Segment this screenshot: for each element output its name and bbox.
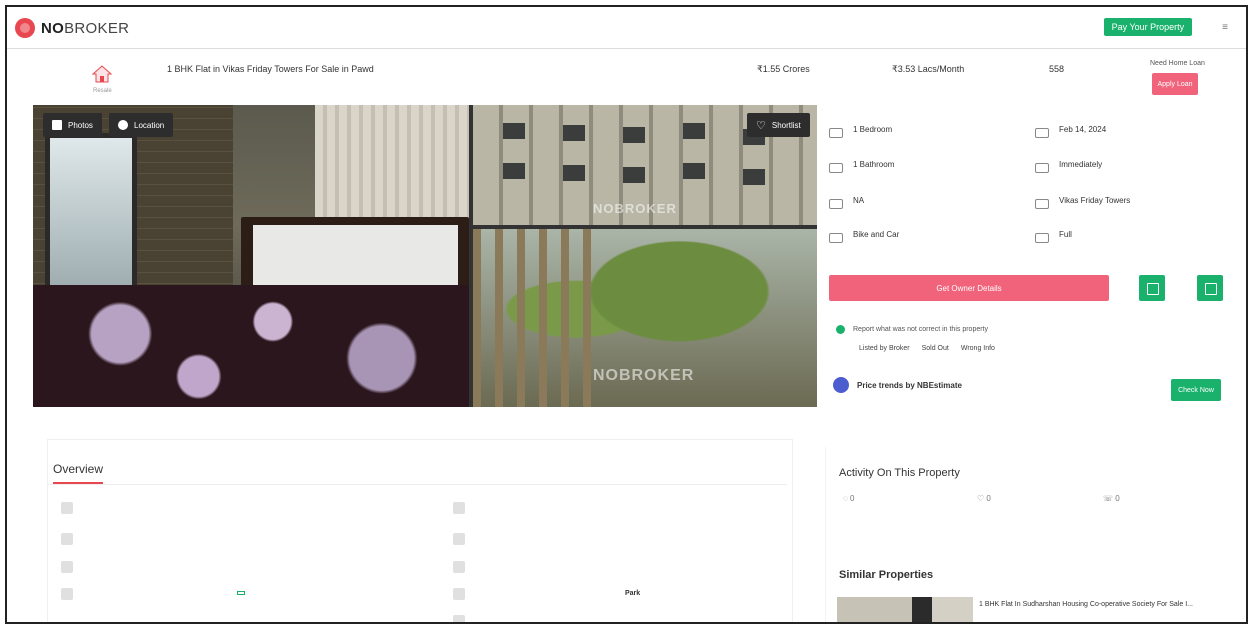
- calendar-icon: [1035, 128, 1049, 138]
- menu-icon[interactable]: ≡: [1222, 22, 1228, 33]
- similar-property-image[interactable]: [837, 597, 973, 622]
- logo-text-no: NO: [41, 19, 65, 37]
- pay-property-button[interactable]: Pay Your Property: [1103, 18, 1193, 36]
- activity-shortlists: ♡ 0: [977, 494, 991, 503]
- camera-icon: [52, 120, 62, 130]
- overview-badge[interactable]: [237, 591, 245, 595]
- parking-icon: [453, 615, 465, 622]
- photo-gallery[interactable]: NOBROKER NOBROKER Photos Location ♡ Shor…: [33, 105, 817, 407]
- house-icon: [91, 65, 113, 83]
- key-icon: [1035, 163, 1049, 173]
- building-icon: [1035, 199, 1049, 209]
- trend-label: Price trends by NBEstimate: [857, 380, 962, 390]
- contact-icon: ☏: [1103, 494, 1116, 503]
- overview-value-r4: Park: [625, 590, 641, 597]
- heart-outline-icon: ♡: [977, 494, 987, 503]
- chat-icon[interactable]: [1139, 275, 1165, 301]
- grid-icon: [453, 533, 465, 545]
- overview-row-icon: [453, 502, 465, 514]
- spec-bedroom: 1 Bedroom: [829, 123, 1019, 153]
- area-block: 558: [1049, 64, 1064, 79]
- logo-icon: [15, 18, 35, 38]
- nobroker-logo[interactable]: NOBROKER: [15, 18, 129, 38]
- location-label: Location: [134, 120, 165, 130]
- bathtub-icon: [829, 163, 843, 173]
- location-pin-icon: [118, 120, 128, 130]
- emi-block: ₹3.53 Lacs/Month: [892, 64, 964, 80]
- browser-frame: NOBROKER Pay Your Property ≡ Resale 1 BH…: [5, 5, 1248, 624]
- overview-row-icon: [61, 533, 73, 545]
- car-icon: [829, 233, 843, 243]
- activity-contacts: ☏ 0: [1103, 494, 1120, 503]
- eye-icon: ◌: [843, 494, 850, 503]
- overview-row-icon: [61, 561, 73, 573]
- photos-label: Photos: [68, 120, 93, 130]
- report-flag-icon: [836, 325, 845, 334]
- property-type-label: Resale: [93, 88, 112, 94]
- get-owner-details-button[interactable]: Get Owner Details: [829, 275, 1109, 301]
- overview-card: [47, 439, 793, 622]
- similar-properties-title: Similar Properties: [839, 569, 934, 581]
- spec-bathroom: 1 Bathroom: [829, 158, 1019, 188]
- overview-row-icon: [61, 502, 73, 514]
- balcony-icon: [829, 199, 843, 209]
- spec-furnishing: Full: [1035, 228, 1225, 258]
- spec-balcony: NA: [829, 194, 1019, 224]
- report-link-broker[interactable]: Listed by Broker: [859, 345, 910, 352]
- phone-icon[interactable]: [1197, 275, 1223, 301]
- trend-chart-icon: [833, 377, 849, 393]
- price-value: ₹1.55 Crores: [757, 64, 810, 74]
- activity-title: Activity On This Property: [839, 467, 960, 479]
- overview-row-icon: [61, 588, 73, 600]
- similar-property-title[interactable]: 1 BHK Flat In Sudharshan Housing Co-oper…: [979, 601, 1193, 608]
- spec-posted-date: Feb 14, 2024: [1035, 123, 1225, 153]
- top-nav-links: Pay Your Property ≡: [1094, 18, 1238, 36]
- sofa-icon: [1035, 233, 1049, 243]
- apply-loan-button[interactable]: Apply Loan: [1152, 73, 1198, 95]
- top-navbar: NOBROKER Pay Your Property ≡: [7, 7, 1246, 49]
- property-specs: 1 Bedroom Feb 14, 2024 1 Bathroom Immedi…: [825, 115, 1225, 265]
- property-title: 1 BHK Flat in Vikas Friday Towers For Sa…: [167, 64, 374, 74]
- spec-parking: Bike and Car: [829, 228, 1019, 258]
- watermark-top: NOBROKER: [593, 201, 677, 216]
- check-now-button[interactable]: Check Now: [1171, 379, 1221, 401]
- loan-heading: Need Home Loan: [1150, 60, 1205, 67]
- photos-button[interactable]: Photos: [43, 113, 102, 137]
- location-button[interactable]: Location: [109, 113, 174, 137]
- bed-icon: [829, 128, 843, 138]
- report-links: Listed by Broker Sold Out Wrong Info: [859, 345, 995, 352]
- report-link-wrong[interactable]: Wrong Info: [961, 345, 995, 352]
- shortlist-label: Shortlist: [771, 120, 801, 130]
- compass-icon: [453, 588, 465, 600]
- overview-row-icon: [453, 561, 465, 573]
- main-photo[interactable]: [33, 105, 469, 407]
- area-value: 558: [1049, 64, 1065, 74]
- tab-overview[interactable]: Overview: [53, 462, 104, 484]
- price-trend: Price trends by NBEstimate: [833, 377, 962, 393]
- spec-possession: Immediately: [1035, 158, 1225, 188]
- heart-icon: ♡: [756, 119, 766, 132]
- property-header: Resale 1 BHK Flat in Vikas Friday Towers…: [7, 50, 1246, 110]
- logo-text-broker: BROKER: [64, 19, 130, 37]
- spec-society: Vikas Friday Towers: [1035, 194, 1225, 224]
- report-section: Report what was not correct in this prop…: [836, 325, 988, 334]
- emi-value: ₹3.53 Lacs/Month: [892, 64, 965, 74]
- shortlist-button[interactable]: ♡ Shortlist: [747, 113, 810, 137]
- report-link-sold[interactable]: Sold Out: [922, 345, 949, 352]
- activity-views: ◌ 0: [843, 494, 855, 503]
- report-text: Report what was not correct in this prop…: [853, 326, 989, 333]
- watermark-bottom: NOBROKER: [593, 367, 695, 384]
- overview-value-4: [233, 590, 245, 597]
- price-block: ₹1.55 Crores: [757, 64, 810, 80]
